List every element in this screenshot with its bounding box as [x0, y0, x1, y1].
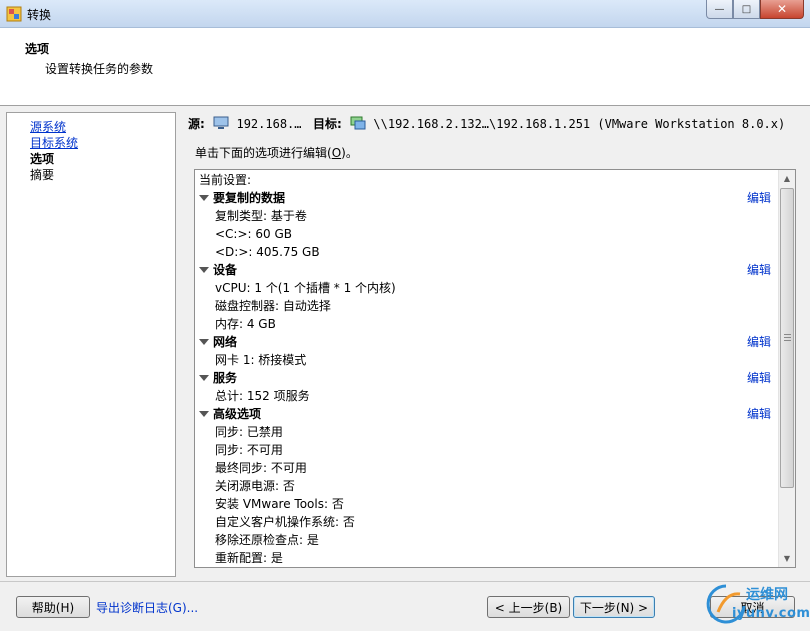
- cancel-button[interactable]: 取消: [710, 596, 795, 618]
- setting-item: 磁盘控制器: 自动选择: [215, 299, 331, 313]
- help-button[interactable]: 帮助(H): [16, 596, 90, 618]
- instruction-hotkey: O: [331, 146, 342, 160]
- nav-item-target-system[interactable]: 目标系统: [30, 134, 78, 151]
- footer-divider: [0, 581, 810, 582]
- collapse-arrow-icon[interactable]: [199, 411, 209, 417]
- setting-item: 内存: 4 GB: [215, 317, 276, 331]
- scroll-down-arrow-icon[interactable]: ▼: [779, 550, 795, 567]
- setting-item: 关闭源电源: 否: [215, 479, 295, 493]
- virtual-machine-icon: [350, 116, 366, 130]
- collapse-arrow-icon[interactable]: [199, 195, 209, 201]
- setting-item: 重新配置: 是: [215, 551, 283, 565]
- page-subtitle: 设置转换任务的参数: [45, 62, 154, 76]
- converter-window: 转换 — □ ✕ 选项 设置转换任务的参数 源系统 目标系统 选项 摘要 源: …: [0, 0, 810, 631]
- page-title: 选项: [25, 42, 50, 56]
- setting-item: 同步: 不可用: [215, 443, 283, 457]
- window-title: 转换: [27, 8, 52, 22]
- source-value: 192.168.…: [236, 117, 302, 131]
- grip-icon: [784, 334, 791, 341]
- minimize-button[interactable]: —: [706, 0, 733, 19]
- target-value: \\192.168.2.132…\192.168.1.251 (VMware W…: [373, 117, 786, 131]
- converter-app-icon: [6, 6, 22, 22]
- setting-item: 安装 VMware Tools: 否: [215, 497, 344, 511]
- setting-item: vCPU: 1 个(1 个插槽 * 1 个内核): [215, 281, 396, 295]
- nav-item-options: 选项: [30, 152, 55, 166]
- section-devices[interactable]: 设备: [199, 261, 237, 279]
- section-network[interactable]: 网络: [199, 333, 237, 351]
- target-label: 目标:: [312, 117, 342, 131]
- edit-instruction: 单击下面的选项进行编辑(O)。: [195, 146, 358, 160]
- edit-devices-link[interactable]: 编辑: [747, 261, 771, 279]
- window-controls: — □ ✕: [706, 0, 804, 20]
- next-button[interactable]: 下一步(N) >: [573, 596, 655, 618]
- collapse-arrow-icon[interactable]: [199, 267, 209, 273]
- current-settings-label: 当前设置:: [199, 173, 252, 187]
- source-target-summary: 源: 192.168.… 目标: \\192.168.2.132…\192.16…: [188, 115, 803, 133]
- nav-item-summary: 摘要: [30, 168, 55, 182]
- edit-network-link[interactable]: 编辑: [747, 333, 771, 351]
- edit-services-link[interactable]: 编辑: [747, 369, 771, 387]
- edit-data-to-copy-link[interactable]: 编辑: [747, 189, 771, 207]
- title-bar: 转换 — □ ✕: [0, 0, 810, 28]
- setting-item: 最终同步: 不可用: [215, 461, 307, 475]
- collapse-arrow-icon[interactable]: [199, 339, 209, 345]
- wizard-header: 选项 设置转换任务的参数: [0, 28, 810, 106]
- setting-item: 总计: 152 项服务: [215, 389, 310, 403]
- export-diagnostics-link[interactable]: 导出诊断日志(G)...: [96, 599, 198, 616]
- setting-item: 自定义客户机操作系统: 否: [215, 515, 355, 529]
- settings-panel[interactable]: 当前设置: 要复制的数据 编辑 复制类型: 基于卷 <C:>: 60 GB <D…: [194, 169, 796, 568]
- section-data-to-copy[interactable]: 要复制的数据: [199, 189, 285, 207]
- back-button[interactable]: < 上一步(B): [487, 596, 570, 618]
- nav-item-source-system[interactable]: 源系统: [30, 118, 66, 135]
- computer-icon: [213, 116, 229, 129]
- settings-list: 当前设置: 要复制的数据 编辑 复制类型: 基于卷 <C:>: 60 GB <D…: [195, 170, 779, 567]
- wizard-steps-nav: 源系统 目标系统 选项 摘要: [6, 112, 176, 577]
- setting-item: <C:>: 60 GB: [215, 227, 293, 241]
- setting-item: 移除还原检查点: 是: [215, 533, 319, 547]
- edit-advanced-options-link[interactable]: 编辑: [747, 405, 771, 423]
- setting-item: <D:>: 405.75 GB: [215, 245, 320, 259]
- collapse-arrow-icon[interactable]: [199, 375, 209, 381]
- vertical-scrollbar[interactable]: ▲ ▼: [778, 170, 795, 567]
- section-advanced-options[interactable]: 高级选项: [199, 405, 261, 423]
- setting-item: 复制类型: 基于卷: [215, 209, 307, 223]
- setting-item: 同步: 已禁用: [215, 425, 283, 439]
- section-services[interactable]: 服务: [199, 369, 237, 387]
- close-button[interactable]: ✕: [760, 0, 804, 19]
- setting-item: 网卡 1: 桥接模式: [215, 353, 307, 367]
- scrollbar-thumb[interactable]: [780, 188, 794, 488]
- maximize-button[interactable]: □: [733, 0, 760, 19]
- source-label: 源:: [188, 117, 205, 131]
- scroll-up-arrow-icon[interactable]: ▲: [779, 170, 795, 187]
